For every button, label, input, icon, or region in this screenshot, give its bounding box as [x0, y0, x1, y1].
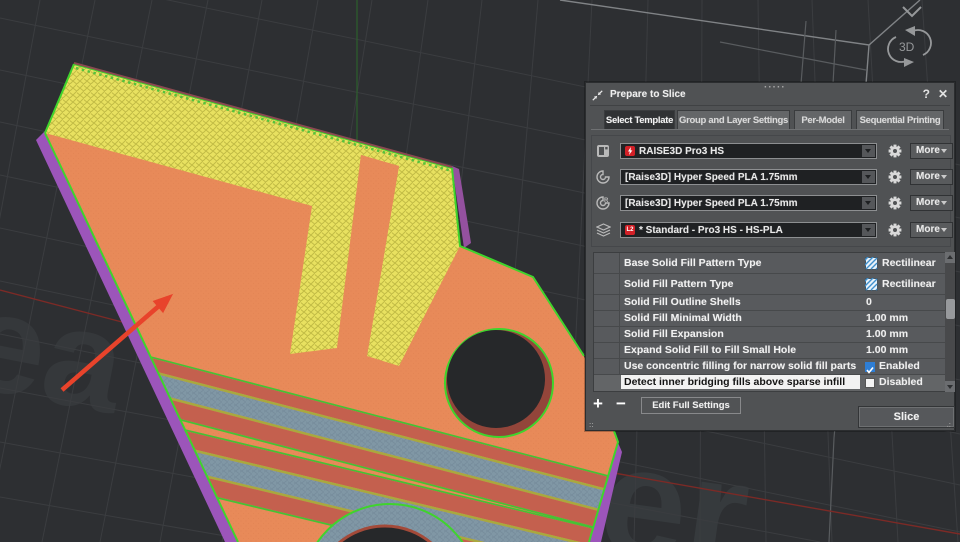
svg-text:3D: 3D	[899, 40, 915, 54]
svg-text:R: R	[604, 198, 609, 204]
